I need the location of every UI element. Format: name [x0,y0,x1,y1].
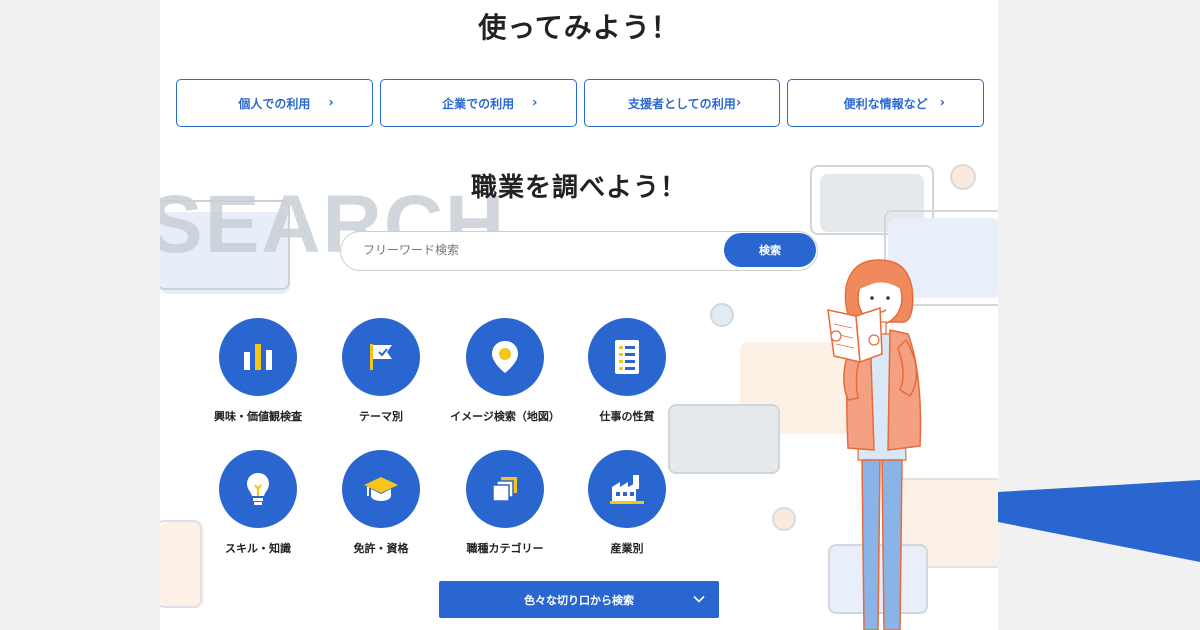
blue-wedge-decoration [998,480,1200,562]
category-image-map[interactable]: イメージ検索（地図） [440,318,570,424]
category-circle [466,318,544,396]
category-theme[interactable]: テーマ別 [316,318,446,424]
person-reading-illustration [827,259,922,630]
category-job-category[interactable]: 職種カテゴリー [440,450,570,556]
category-circle [466,450,544,528]
usage-button-row: 個人での利用 › 企業での利用 › 支援者としての利用 › 便利な情報など › [176,79,984,127]
map-pin-icon [492,341,518,373]
usage-button-label: 個人での利用 [238,96,311,111]
category-circle [342,450,420,528]
category-interest-values[interactable]: 興味・価値観検査 [193,318,323,424]
use-section-title: 使ってみよう！ [478,11,680,44]
chevron-right-icon: › [328,95,334,111]
category-license-qualification[interactable]: 免許・資格 [316,450,446,556]
category-circle [588,450,666,528]
usage-button-company[interactable]: 企業での利用 › [379,79,577,127]
category-label: 職種カテゴリー [466,542,544,555]
chevron-right-icon: › [735,95,742,111]
search-input[interactable] [361,242,705,258]
flag-icon [370,344,392,370]
page-content: 使ってみよう！ 個人での利用 › 企業での利用 › 支援者としての利用 › 便利… [160,0,998,630]
category-circle [219,318,297,396]
factory-icon [610,475,644,504]
category-label: 産業別 [610,542,644,555]
multi-search-label: 色々な切り口から検索 [524,593,634,607]
category-job-nature[interactable]: 仕事の性質 [562,318,692,424]
usage-button-supporter[interactable]: 支援者としての利用 › [583,79,781,127]
chevron-right-icon: › [532,95,538,111]
graduation-cap-icon [364,477,398,501]
search-bar: 検索 [340,231,818,271]
category-circle [588,318,666,396]
category-label: イメージ検索（地図） [450,410,560,423]
category-label: 興味・価値観検査 [214,410,302,423]
deco-circle-peach-low [772,507,796,531]
category-circle [219,450,297,528]
checklist-icon [615,340,639,374]
search-section-title: 職業を調べよう！ [470,173,687,203]
category-label: 仕事の性質 [599,410,655,423]
usage-button-label: 支援者としての利用 [628,96,736,111]
search-button[interactable]: 検索 [724,233,816,267]
usage-button-label: 便利な情報など [843,96,928,111]
category-circle [342,318,420,396]
category-label: 免許・資格 [353,542,409,555]
category-label: テーマ別 [359,410,403,423]
chevron-down-icon [693,593,705,606]
usage-button-individual[interactable]: 個人での利用 › [176,79,373,127]
lightbulb-icon [247,473,269,505]
chevron-right-icon: › [939,95,945,111]
category-label: スキル・知識 [225,542,291,555]
usage-button-useful-info[interactable]: 便利な情報など › [787,79,984,127]
category-industry[interactable]: 産業別 [562,450,692,556]
category-skill-knowledge[interactable]: スキル・知識 [193,450,323,556]
deco-circle-blue [710,303,734,327]
multi-angle-search-button[interactable]: 色々な切り口から検索 [439,581,719,618]
stacked-squares-icon [492,477,517,502]
bar-chart-icon [244,344,272,370]
usage-button-label: 企業での利用 [442,96,515,111]
